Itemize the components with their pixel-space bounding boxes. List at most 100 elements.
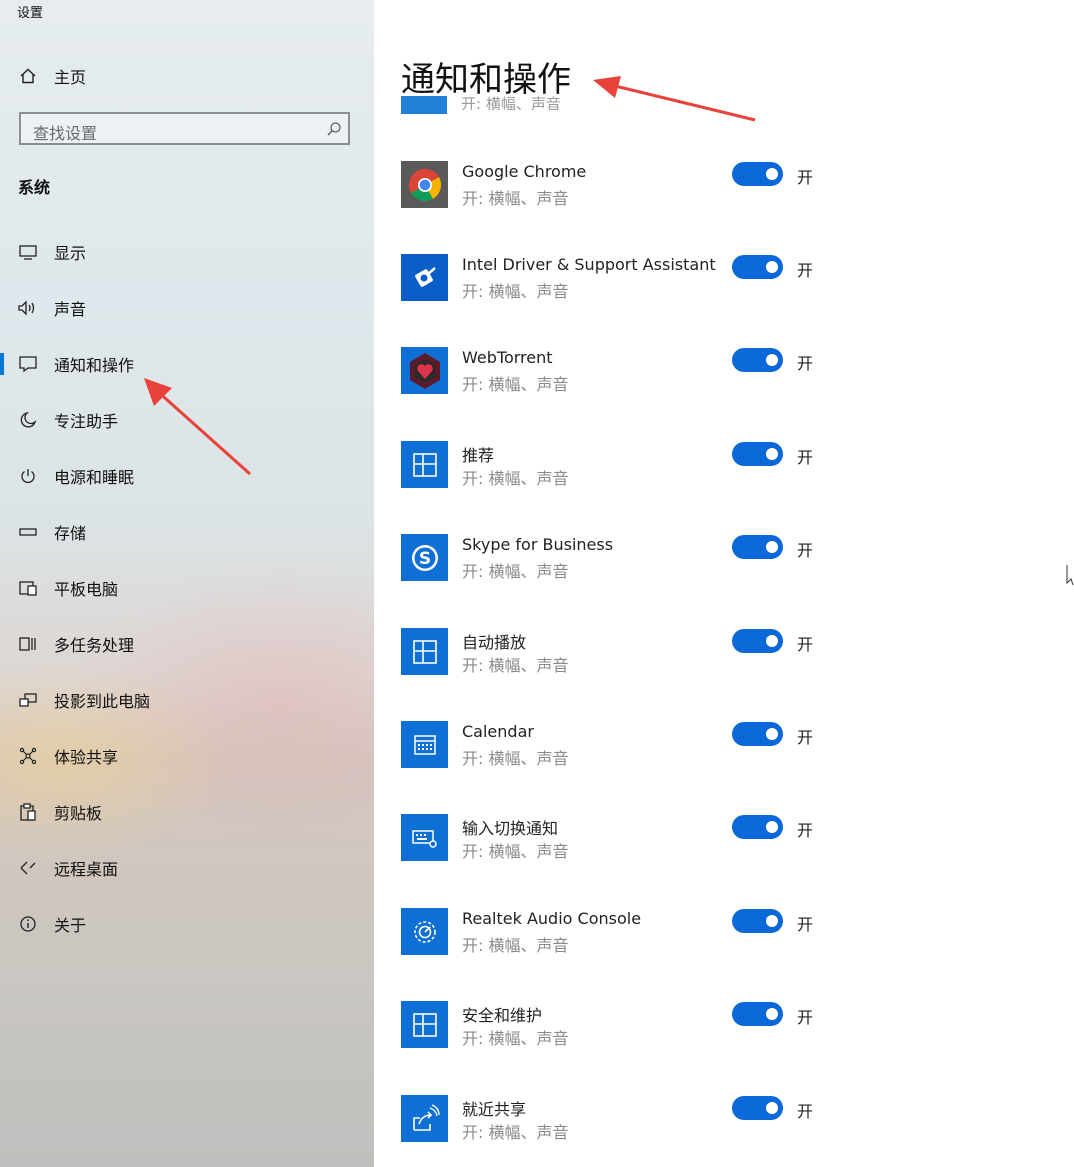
shared-experiences-icon [17,745,39,767]
sidebar-item-focus-assist[interactable]: 专注助手 [0,400,374,440]
search-input[interactable]: 查找设置 [19,112,350,145]
sidebar-item-notifications[interactable]: 通知和操作 [0,344,374,384]
sidebar-item-sound[interactable]: 声音 [0,288,374,328]
app-name: Realtek Audio Console [462,909,642,928]
app-status: 开: 横幅、声音 [462,842,569,861]
notification-toggle[interactable] [732,909,783,933]
app-status: 开: 横幅、声音 [462,1029,569,1048]
app-status: 开: 横幅、声音 [462,375,569,394]
moon-icon [17,409,39,431]
partial-app-icon [401,96,447,114]
app-name: Calendar [462,722,534,741]
notification-toggle[interactable] [732,162,783,186]
notification-toggle[interactable] [732,1096,783,1120]
app-row-realtek[interactable]: Realtek Audio Console 开: 横幅、声音 开 [374,908,1074,1001]
app-name: 安全和维护 [462,1006,543,1025]
app-status: 开: 横幅、声音 [462,282,569,301]
app-row-nearby-sharing[interactable]: 就近共享 开: 横幅、声音 开 [374,1095,1074,1167]
notification-toggle[interactable] [732,722,783,746]
app-name: Intel Driver & Support Assistant [462,255,716,274]
sidebar-item-label: 体验共享 [54,748,119,767]
notification-toggle[interactable] [732,442,783,466]
app-tile-icon [401,1001,448,1048]
sidebar-item-tablet[interactable]: 平板电脑 [0,568,374,608]
clipboard-icon [17,801,39,823]
storage-icon [17,521,39,543]
sidebar-item-projecting[interactable]: 投影到此电脑 [0,680,374,720]
partial-app-subtitle: 开: 横幅、声音 [461,95,561,110]
power-icon [17,465,39,487]
sidebar-item-label: 声音 [54,300,87,319]
app-row-suggested[interactable]: 推荐 开: 横幅、声音 开 [374,441,1074,534]
sidebar-item-display[interactable]: 显示 [0,232,374,272]
app-row-security-maintenance[interactable]: 安全和维护 开: 横幅、声音 开 [374,1001,1074,1094]
app-status: 开: 横幅、声音 [462,1123,569,1142]
sidebar-item-power[interactable]: 电源和睡眠 [0,456,374,496]
chrome-icon [401,161,448,208]
app-row-webtorrent[interactable]: WebTorrent 开: 横幅、声音 开 [374,347,1074,440]
multitasking-icon [17,633,39,655]
notification-toggle[interactable] [732,629,783,653]
notification-toggle[interactable] [732,1002,783,1026]
toggle-state-label: 开 [797,821,814,840]
sidebar-item-label: 投影到此电脑 [54,692,151,711]
sidebar-item-remote-desktop[interactable]: 远程桌面 [0,848,374,888]
sidebar-item-storage[interactable]: 存储 [0,512,374,552]
notification-toggle[interactable] [732,815,783,839]
app-status: 开: 横幅、声音 [462,656,569,675]
search-icon[interactable] [326,121,342,141]
notification-toggle[interactable] [732,255,783,279]
sidebar-item-shared-experiences[interactable]: 体验共享 [0,736,374,776]
app-tile-icon [401,441,448,488]
sidebar-item-multitasking[interactable]: 多任务处理 [0,624,374,664]
sidebar-item-clipboard[interactable]: 剪贴板 [0,792,374,832]
tablet-icon [17,577,39,599]
sidebar-item-label: 存储 [54,524,87,543]
toggle-knob [766,261,778,273]
remote-desktop-icon [17,857,39,879]
nav-home-label: 主页 [54,68,87,87]
calendar-icon [401,721,448,768]
projecting-icon [17,689,39,711]
sidebar-item-label: 多任务处理 [54,636,135,655]
toggle-state-label: 开 [797,915,814,934]
toggle-knob [766,728,778,740]
app-row-skype-for-business[interactable]: S Skype for Business 开: 横幅、声音 开 [374,534,1074,627]
window-title: 设置 [17,6,44,21]
realtek-icon [401,908,448,955]
app-row-input-switch[interactable]: 输入切换通知 开: 横幅、声音 开 [374,814,1074,907]
webtorrent-icon [401,347,448,394]
app-name: Google Chrome [462,162,587,181]
toggle-knob [766,448,778,460]
notification-toggle[interactable] [732,535,783,559]
app-row-autoplay[interactable]: 自动播放 开: 横幅、声音 开 [374,628,1074,721]
nav-home[interactable]: 主页 [0,56,374,96]
app-status: 开: 横幅、声音 [462,469,569,488]
home-icon [17,65,39,87]
app-row-calendar[interactable]: Calendar 开: 横幅、声音 开 [374,721,1074,814]
app-status: 开: 横幅、声音 [462,189,569,208]
notifications-page: 通知和操作 开: 横幅、声音 Google Chrome 开: 横幅、声音 开 [374,0,1074,1167]
sidebar-item-label: 电源和睡眠 [54,468,135,487]
sidebar-item-label: 专注助手 [54,412,119,431]
toggle-knob [766,915,778,927]
sidebar-item-label: 通知和操作 [54,356,135,375]
sidebar-item-label: 远程桌面 [54,860,119,879]
app-row-intel-dsa[interactable]: Intel Driver & Support Assistant 开: 横幅、声… [374,254,1074,347]
toggle-state-label: 开 [797,261,814,280]
search-placeholder: 查找设置 [33,124,98,143]
sidebar-item-label: 平板电脑 [54,580,119,599]
sidebar-item-label: 关于 [54,916,87,935]
sidebar-item-about[interactable]: 关于 [0,904,374,944]
app-name: Skype for Business [462,535,614,554]
app-name: WebTorrent [462,348,553,367]
sidebar-item-label: 显示 [54,244,87,263]
app-row-google-chrome[interactable]: Google Chrome 开: 横幅、声音 开 [374,161,1074,254]
toggle-state-label: 开 [797,354,814,373]
keyboard-settings-icon [401,814,448,861]
toggle-knob [766,635,778,647]
toggle-knob [766,821,778,833]
app-tile-icon [401,628,448,675]
intel-dsa-icon [401,254,448,301]
notification-toggle[interactable] [732,348,783,372]
